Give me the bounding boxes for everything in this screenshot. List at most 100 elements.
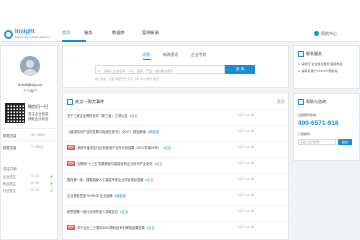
list-item[interactable]: 国内第一家，搜集超级人工智能专家企业项目成绩显著 #企业 2017-12-30 [63, 173, 290, 185]
event-date: 2017-12-30 [238, 129, 255, 133]
search-input[interactable]: ⌕ 请输入企业名称、人名、品牌、产品、地址等关键字 [95, 65, 225, 74]
hotline-number[interactable]: 400-6571-918 [298, 120, 338, 127]
tab-news[interactable]: 新闻资讯 [163, 53, 178, 58]
user-sidebar: Sutuf@sby.cn 个人用户 微信扫一扫 关注企业信息 获取企业动态 数据… [0, 45, 59, 240]
event-title: 新思想第一批行业研究进入领域定位 #企业 [67, 209, 128, 214]
search-button[interactable]: 查 询 [225, 65, 255, 74]
help-icon [314, 31, 319, 37]
subscription-label: 行业关注 [3, 189, 16, 193]
contact-line-2: 2. 请联系我们“CNCTP”服务站 [298, 69, 338, 73]
qr-code-icon [5, 103, 25, 123]
stat-label: 数据流量 [3, 146, 17, 150]
subscription-count: 0 / 10 [31, 174, 39, 178]
event-title-text: 关于企业二十周年4000项科技专利审核结果进展 [77, 226, 145, 230]
event-title: 企业首批签发“SH9045”企业品牌 #新能源 [67, 193, 126, 198]
event-title: 深圳市宝安区社区科技资产合作计划结果（2017年第29号） #企业 [77, 145, 171, 150]
events-more-link[interactable]: 更多 [277, 99, 285, 105]
email-submit-button[interactable]: 提交 [338, 139, 352, 145]
support-title: 帮助与咨询 [298, 99, 326, 105]
list-item[interactable]: 关于三家企业跨境合作「新三板」立项公告 #企业 2017-12-30 [63, 109, 290, 121]
email-label: 订阅邮件： [298, 132, 314, 136]
list-item[interactable]: 推荐 互联网“十三五”发展规划与智能化的企业时代产业深化 #企业 2017-12-30 [63, 157, 290, 169]
nav-item-home[interactable]: 首页 [62, 30, 70, 36]
event-keyword[interactable]: #企业 [146, 178, 154, 182]
event-title-text: 《健康知识产业的发展与挑战白皮书》（2017）报告解读 [67, 130, 146, 134]
wechat-title: 微信扫一扫 [28, 104, 48, 109]
event-title: 关于三家企业跨境合作「新三板」立项公告 #企业 [67, 113, 138, 118]
nav-item-database[interactable]: 数据库 [112, 30, 125, 36]
user-type-badge: 个人用户 [23, 89, 37, 93]
subscription-label: 企业关注 [3, 175, 16, 179]
event-title-text: 企业首批签发“SH9045”企业品牌 [67, 194, 113, 198]
wechat-line-2: 获取企业动态 [28, 117, 49, 121]
event-keyword[interactable]: #企业 [163, 146, 171, 150]
hotline-label: 全国服务热线： [298, 113, 320, 117]
contact-line-1: 1. 请拨打“企业信息服务”客服电话 [298, 62, 343, 66]
recommend-badge: 推荐 [67, 225, 76, 230]
help-label: 帮助中心 [321, 31, 337, 36]
search-panel: 机构 新闻资讯 企业专利 ⌕ 请输入企业名称、人名、品牌、产品、地址等关键字 查… [62, 45, 289, 88]
brand-tagline: Enterprise insight platform [15, 35, 50, 39]
stat-row: 数据流量 41 / 5000 [1, 128, 59, 140]
subscription-item[interactable]: 企业关注 0 / 10 ✔ [3, 174, 55, 179]
event-title: 国内第一家，搜集超级人工智能专家企业项目成绩显著 #企业 [67, 177, 154, 182]
subscriptions-title: 关注订阅 [3, 167, 17, 171]
subscription-item[interactable]: 热点关注 0 / 10 ✔ [3, 181, 55, 186]
support-panel: 帮助与咨询 全国服务热线： 400-6571-918 订阅邮件： 请输入您的邮箱… [293, 93, 360, 161]
event-keyword[interactable]: #企业 [147, 226, 155, 230]
event-title-text: 深圳市宝安区社区科技资产合作计划结果（2017年第29号） [77, 146, 161, 150]
username: Sutuf@sby.cn [17, 82, 43, 87]
list-item[interactable]: 企业首批签发“SH9045”企业品牌 #新能源 2017-12-30 [63, 189, 290, 201]
event-title: 互联网“十三五”发展规划与智能化的企业时代产业深化 #企业 [77, 161, 163, 166]
event-date: 2017-12-30 [238, 193, 255, 197]
stat-row: 数据流量 3 / 5000 [1, 140, 59, 152]
events-panel: 热点一周大事件 更多 关于三家企业跨境合作「新三板」立项公告 #企业 2017-12… [62, 92, 290, 240]
event-title-text: 互联网“十三五”发展规划与智能化的企业时代产业深化 [77, 162, 153, 166]
stat-value: 3 / 5000 [31, 145, 44, 149]
event-keyword[interactable]: #企业 [130, 114, 138, 118]
help-center-link[interactable]: 帮助中心 [314, 31, 337, 37]
recommend-badge: 推荐 [67, 145, 76, 150]
search-placeholder: 请输入企业名称、人名、品牌、产品、地址等关键字 [104, 68, 174, 73]
stat-value: 41 / 5000 [31, 133, 46, 137]
event-date: 2017-12-30 [238, 209, 255, 213]
check-icon: ✔ [50, 181, 54, 186]
event-keyword[interactable]: #新能源 [115, 194, 126, 198]
contact-title: 联系服务 [298, 51, 322, 57]
contact-panel: 联系服务 1. 请拨打“企业信息服务”客服电话 2. 请联系我们“CNCTP”服… [293, 45, 360, 89]
event-keyword[interactable]: #企业 [120, 210, 128, 214]
event-title: 《健康知识产业的发展与挑战白皮书》（2017）报告解读 #新能源 [67, 129, 159, 134]
events-title: 热点一周大事件 [67, 99, 104, 105]
nav-item-cases-news[interactable]: 案例新闻 [142, 30, 159, 36]
subscription-count: 0 / 10 [31, 181, 39, 185]
list-item[interactable]: 《健康知识产业的发展与挑战白皮书》（2017）报告解读 #新能源 2017-12-3… [63, 125, 290, 137]
event-keyword[interactable]: #企业 [154, 162, 162, 166]
event-date: 2017-12-30 [238, 225, 255, 229]
recommend-badge: 推荐 [67, 161, 76, 166]
event-title: 关于企业二十周年4000项科技专利审核结果进展 #企业 [77, 225, 155, 230]
event-title-text: 关于三家企业跨境合作「新三板」立项公告 [67, 114, 128, 118]
event-date: 2017-12-30 [238, 113, 255, 117]
tab-patents[interactable]: 企业专利 [191, 53, 206, 58]
event-keyword[interactable]: #新能源 [148, 130, 159, 134]
subscription-count: 0 / 10 [31, 188, 39, 192]
avatar[interactable] [20, 56, 40, 76]
event-date: 2017-12-30 [238, 161, 255, 165]
nav-item-services[interactable]: 服务 [84, 30, 92, 36]
event-title-text: 国内第一家，搜集超级人工智能专家企业项目成绩显著 [67, 178, 144, 182]
active-nav-indicator [62, 40, 86, 42]
tab-institution[interactable]: 机构 [143, 53, 151, 60]
hot-search-words[interactable]: 热门搜索：百度 阿里巴巴 京东 小米 华为 腾讯 美团 [95, 77, 158, 81]
list-item[interactable]: 推荐 关于企业二十周年4000项科技专利审核结果进展 #企业 2017-12-30 [63, 221, 290, 233]
check-icon: ✔ [50, 174, 54, 179]
event-title-text: 新思想第一批行业研究进入领域定位 [67, 210, 118, 214]
list-item[interactable]: 推荐 深圳市宝安区社区科技资产合作计划结果（2017年第29号） #企业 2017-1… [63, 141, 290, 153]
subscription-item[interactable]: 行业关注 0 / 10 ✔ [3, 188, 55, 193]
event-date: 2017-12-30 [238, 177, 255, 181]
event-date: 2017-12-30 [238, 145, 255, 149]
subscription-label: 热点关注 [3, 182, 16, 186]
stat-label: 数据流量 [3, 134, 17, 138]
email-field[interactable]: 请输入您的邮箱 [298, 139, 336, 145]
search-icon: ⌕ [98, 67, 101, 73]
list-item[interactable]: 新思想第一批行业研究进入领域定位 #企业 2017-12-30 [63, 205, 290, 217]
